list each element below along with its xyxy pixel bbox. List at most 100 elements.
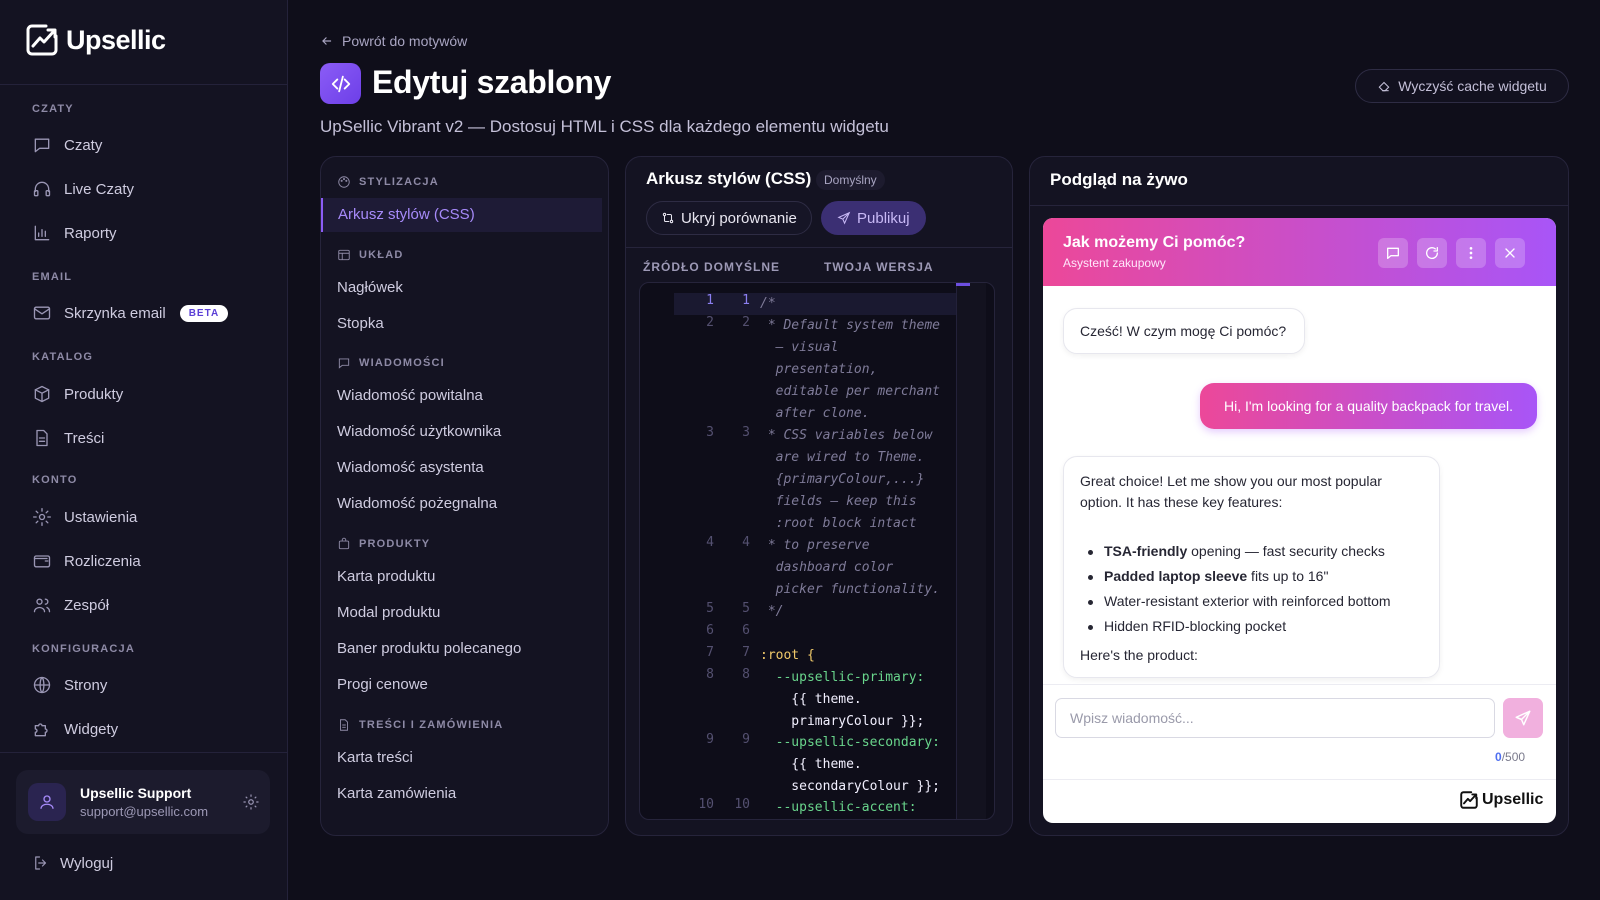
line-number-default: 8 (706, 667, 714, 682)
message-text: Cześć! W czym mogę Ci pomóc? (1080, 323, 1287, 339)
code-text: * to preserve dashboard color picker fun… (767, 538, 941, 597)
code-text: /* (760, 296, 776, 311)
editor-scrollbar[interactable] (956, 283, 986, 819)
template-item-naglowek[interactable]: Nagłówek (337, 279, 403, 296)
message-text: Hi, I'm looking for a quality backpack f… (1223, 398, 1514, 414)
close-icon (1505, 248, 1515, 258)
sidebar-item-czaty[interactable]: Czaty (32, 133, 102, 157)
line-number-yours: 10 (734, 797, 750, 812)
sidebar-item-strony[interactable]: Strony (32, 673, 107, 697)
sidebar-item-label: Live Czaty (64, 180, 135, 198)
code-text: :root { (760, 648, 815, 663)
template-item-uzytkownika[interactable]: Wiadomość użytkownika (337, 423, 501, 440)
sidebar-item-label: Rozliczenia (64, 552, 141, 570)
code-property: --upsellic-accent: (760, 800, 917, 815)
send-button[interactable] (1503, 698, 1543, 738)
template-item-karta-zamowienia[interactable]: Karta zamówienia (337, 785, 456, 802)
send-icon (1515, 710, 1531, 726)
template-item-powitalna[interactable]: Wiadomość powitalna (337, 387, 483, 404)
refresh-icon (1426, 247, 1439, 259)
widget-footer-brand[interactable]: Upsellic (1459, 790, 1543, 810)
code-editor[interactable]: 1 1 /* 2 2 * Default system theme — visu… (639, 282, 995, 820)
brand-name: Upsellic (66, 24, 166, 55)
publish-button[interactable]: Publikuj (821, 201, 926, 235)
code-text: */ (760, 604, 784, 619)
message-input[interactable]: Wpisz wiadomość... (1055, 698, 1495, 738)
wallet-icon (33, 555, 51, 568)
section-stylizacja: STYLIZACJA (337, 175, 439, 189)
feature-text: fits up to 16" (1247, 568, 1329, 584)
nav-section-katalog: KATALOG (32, 351, 94, 363)
line-number-yours: 6 (742, 623, 750, 638)
sidebar-item-label: Widgety (64, 720, 119, 738)
document-icon (36, 429, 48, 447)
feature-text: opening — fast security checks (1187, 543, 1385, 559)
document-icon (340, 719, 348, 731)
template-item-css[interactable]: Arkusz stylów (CSS) (321, 198, 602, 232)
more-vertical-icon (1469, 247, 1473, 259)
template-item-karta-tresci[interactable]: Karta treści (337, 749, 413, 766)
user-icon (40, 795, 54, 809)
template-item-asystenta[interactable]: Wiadomość asystenta (337, 459, 484, 476)
sidebar: Upsellic CZATY Czaty Live Czaty Raporty … (0, 0, 288, 900)
user-card[interactable]: Upsellic Support support@upsellic.com (16, 770, 270, 834)
line-number-yours: 1 (742, 293, 750, 308)
editor-scroll-thumb[interactable] (956, 283, 970, 286)
globe-icon (33, 676, 51, 694)
line-number-yours: 8 (742, 667, 750, 682)
sidebar-item-skrzynka-email[interactable]: Skrzynka email BETA (32, 301, 229, 325)
line-number-default: 5 (706, 601, 714, 616)
feature-item: Hidden RFID-blocking pocket (1087, 618, 1286, 634)
sidebar-item-raporty[interactable]: Raporty (32, 221, 117, 245)
footer-brand-name: Upsellic (1482, 791, 1544, 808)
template-list-panel: STYLIZACJA Arkusz stylów (CSS) UKŁAD Nag… (320, 156, 609, 836)
sidebar-item-ustawienia[interactable]: Ustawienia (32, 505, 137, 529)
chat-icon (34, 138, 50, 153)
template-item-progi[interactable]: Progi cenowe (337, 676, 428, 693)
sidebar-item-label: Zespół (64, 596, 110, 614)
section-label: STYLIZACJA (359, 176, 439, 188)
sidebar-item-widgety[interactable]: Widgety (32, 717, 118, 741)
counter-current: 0 (1495, 750, 1502, 764)
preview-title: Podgląd na żywo (1050, 170, 1188, 189)
feature-item: Padded laptop sleeve fits up to 16" (1087, 568, 1329, 584)
user-email: support@upsellic.com (80, 804, 209, 819)
template-item-karta-produktu[interactable]: Karta produktu (337, 568, 435, 585)
line-number-yours: 9 (742, 732, 750, 747)
sidebar-item-produkty[interactable]: Produkty (32, 382, 123, 406)
sidebar-item-zespol[interactable]: Zespół (32, 593, 109, 617)
widget-menu-button[interactable] (1456, 238, 1486, 268)
template-item-baner[interactable]: Baner produktu polecanego (337, 640, 521, 657)
sidebar-item-label: Skrzynka email (64, 304, 166, 322)
section-wiadomosci: WIADOMOŚCI (337, 356, 445, 370)
template-item-stopka[interactable]: Stopka (337, 315, 384, 332)
feature-text: Water-resistant exterior with reinforced… (1104, 593, 1391, 609)
css-editor-panel: Arkusz stylów (CSS) Domyślny Ukryj porów… (625, 156, 1013, 836)
widget-header: Jak możemy Ci pomóc? Asystent zakupowy (1043, 218, 1556, 286)
back-link[interactable]: Powrót do motywów (320, 33, 467, 49)
brand-logo[interactable]: Upsellic (24, 22, 166, 58)
logout-label: Wyloguj (60, 854, 114, 872)
page-title: Edytuj szablony (372, 64, 612, 100)
sidebar-item-rozliczenia[interactable]: Rozliczenia (32, 549, 141, 573)
sidebar-item-live-czaty[interactable]: Live Czaty (32, 177, 134, 201)
clear-cache-button[interactable]: Wyczyść cache widgetu (1355, 69, 1569, 103)
code-badge (320, 63, 361, 104)
widget-chats-button[interactable] (1378, 238, 1408, 268)
widget-close-button[interactable] (1495, 238, 1525, 268)
template-item-modal-produktu[interactable]: Modal produktu (337, 604, 440, 621)
user-settings-button[interactable] (242, 793, 260, 811)
logout-button[interactable]: Wyloguj (32, 854, 113, 872)
sidebar-item-tresci[interactable]: Treści (32, 426, 104, 450)
divider (626, 247, 1012, 248)
template-item-pozegnalna[interactable]: Wiadomość pożegnalna (337, 495, 497, 512)
hide-compare-button[interactable]: Ukryj porównanie (646, 201, 812, 235)
gear-icon (33, 508, 51, 526)
chat-widget-preview: Jak możemy Ci pomóc? Asystent zakupowy C… (1043, 218, 1556, 823)
message-text: Great choice! Let me show you our most p… (1080, 473, 1382, 510)
section-label: PRODUKTY (359, 538, 431, 550)
mail-icon (33, 306, 51, 320)
divider (1043, 684, 1556, 685)
sidebar-item-label: Raporty (64, 224, 117, 242)
widget-refresh-button[interactable] (1417, 238, 1447, 268)
